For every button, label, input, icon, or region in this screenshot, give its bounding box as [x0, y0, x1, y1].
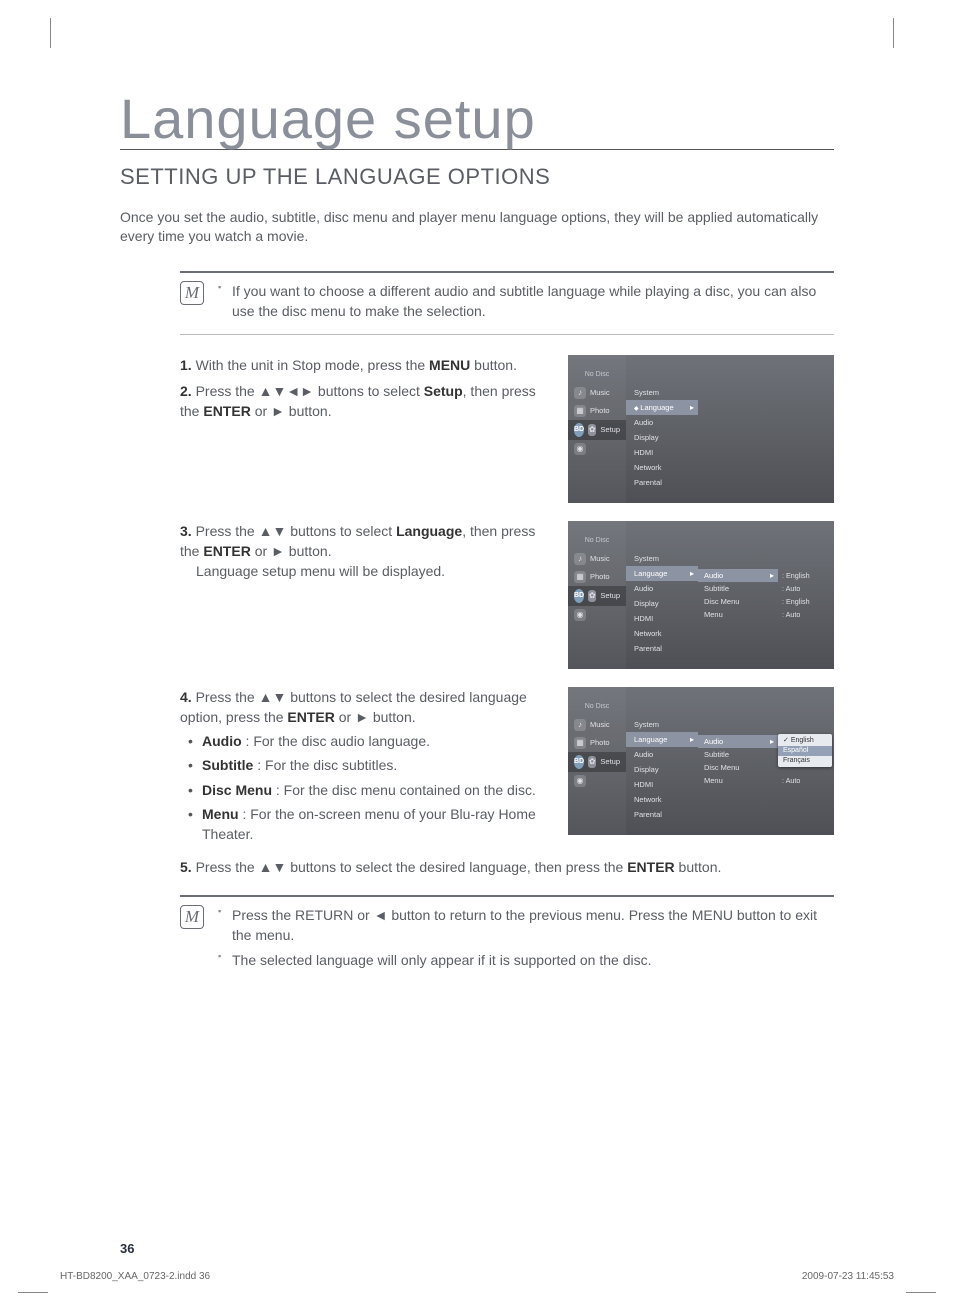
note-icon: M	[180, 905, 204, 929]
step-1: 1. With the unit in Stop mode, press the…	[180, 355, 544, 375]
osd-submenu-item-highlight: Audio	[698, 735, 778, 748]
osd-screenshot-2: No Disc ♪Music ▦Photo BD✿Setup ◉ System …	[568, 521, 834, 669]
footer-filename: HT-BD8200_XAA_0723-2.indd 36	[60, 1271, 210, 1282]
music-icon: ♪	[574, 719, 586, 731]
step-3: 3. Press the ▲▼ buttons to select Langua…	[180, 521, 544, 562]
osd-submenu-item: Subtitle	[698, 748, 778, 761]
gear-icon: ✿	[588, 424, 596, 436]
osd-value: Auto	[786, 584, 801, 593]
osd-menu-item: Parental	[626, 475, 698, 490]
manual-page: Language setup SETTING UP THE LANGUAGE O…	[0, 0, 954, 1312]
note-item: Press the RETURN or ◄ button to return t…	[218, 905, 834, 946]
osd-menu-item: System	[626, 717, 698, 732]
osd-value: Auto	[786, 610, 801, 619]
osd-sidebar-music: Music	[590, 554, 610, 563]
disc-icon: ◉	[574, 443, 586, 455]
osd-no-disc: No Disc	[568, 703, 626, 710]
osd-menu-item: HDMI	[626, 777, 698, 792]
gear-icon: ✿	[588, 756, 596, 768]
note-item: If you want to choose a different audio …	[218, 281, 834, 322]
osd-dropdown-item: Français	[778, 756, 832, 766]
osd-sidebar-photo: Photo	[590, 572, 610, 581]
osd-menu-item: Parental	[626, 807, 698, 822]
osd-sidebar-music: Music	[590, 388, 610, 397]
osd-menu-item: HDMI	[626, 611, 698, 626]
section-title: SETTING UP THE LANGUAGE OPTIONS	[120, 164, 834, 190]
osd-dropdown: English Español Français	[778, 734, 832, 767]
disc-icon: ◉	[574, 775, 586, 787]
page-number: 36	[120, 1241, 134, 1256]
step-2: 2. Press the ▲▼◄► buttons to select Setu…	[180, 381, 544, 422]
osd-sidebar-music: Music	[590, 720, 610, 729]
bd-icon: BD	[574, 755, 584, 769]
step-4-bullet: Menu : For the on-screen menu of your Bl…	[180, 804, 544, 845]
osd-menu-item: Display	[626, 430, 698, 445]
osd-menu-item: Display	[626, 596, 698, 611]
osd-value: English	[786, 597, 810, 606]
osd-submenu-item: Menu	[698, 774, 778, 787]
osd-sidebar-setup: Setup	[600, 425, 620, 434]
osd-menu-item-highlight: Language	[626, 566, 698, 581]
osd-value: Auto	[786, 776, 801, 785]
osd-menu-item: Network	[626, 460, 698, 475]
osd-submenu-item: Subtitle	[698, 582, 778, 595]
disc-icon: ◉	[574, 609, 586, 621]
osd-menu-item: Audio	[626, 415, 698, 430]
osd-sidebar-photo: Photo	[590, 738, 610, 747]
osd-no-disc: No Disc	[568, 371, 626, 378]
osd-no-disc: No Disc	[568, 537, 626, 544]
footer-timestamp: 2009-07-23 11:45:53	[802, 1271, 894, 1282]
osd-dropdown-item: English	[778, 735, 832, 746]
photo-icon: ▦	[574, 571, 586, 583]
step-3-sub: Language setup menu will be displayed.	[180, 561, 544, 581]
bd-icon: BD	[574, 423, 584, 437]
osd-submenu-item-highlight: Audio	[698, 569, 778, 582]
gear-icon: ✿	[588, 590, 596, 602]
osd-menu-item: Audio	[626, 581, 698, 596]
note-block-bottom: M Press the RETURN or ◄ button to return…	[180, 895, 834, 982]
osd-submenu-item: Menu	[698, 608, 778, 621]
osd-menu-item: Network	[626, 792, 698, 807]
osd-dropdown-item-selected: Español	[778, 746, 832, 756]
music-icon: ♪	[574, 553, 586, 565]
step-4: 4. Press the ▲▼ buttons to select the de…	[180, 687, 544, 728]
osd-menu-item-highlight: Language	[626, 732, 698, 747]
intro-paragraph: Once you set the audio, subtitle, disc m…	[120, 208, 834, 247]
osd-screenshot-3: No Disc ♪Music ▦Photo BD✿Setup ◉ System …	[568, 687, 834, 835]
osd-menu-item: Audio	[626, 747, 698, 762]
osd-menu-item: Parental	[626, 641, 698, 656]
osd-submenu-item: Disc Menu	[698, 761, 778, 774]
chapter-title: Language setup	[120, 90, 834, 150]
bd-icon: BD	[574, 589, 584, 603]
osd-sidebar-photo: Photo	[590, 406, 610, 415]
note-item: The selected language will only appear i…	[218, 950, 834, 970]
osd-menu-item: System	[626, 385, 698, 400]
step-4-bullet: Audio : For the disc audio language.	[180, 731, 544, 751]
osd-menu-item: Network	[626, 626, 698, 641]
note-block-top: M If you want to choose a different audi…	[180, 271, 834, 335]
osd-menu-item-highlight: Language	[626, 400, 698, 415]
osd-value: English	[786, 571, 810, 580]
photo-icon: ▦	[574, 405, 586, 417]
osd-sidebar-setup: Setup	[600, 591, 620, 600]
step-5: 5. Press the ▲▼ buttons to select the de…	[180, 857, 834, 877]
osd-menu-item: Display	[626, 762, 698, 777]
note-icon: M	[180, 281, 204, 305]
step-4-bullet: Subtitle : For the disc subtitles.	[180, 755, 544, 775]
osd-menu-item: System	[626, 551, 698, 566]
osd-submenu-item: Disc Menu	[698, 595, 778, 608]
osd-screenshot-1: No Disc ♪Music ▦Photo BD✿Setup ◉ System …	[568, 355, 834, 503]
music-icon: ♪	[574, 387, 586, 399]
osd-menu-item: HDMI	[626, 445, 698, 460]
osd-sidebar-setup: Setup	[600, 757, 620, 766]
step-4-bullet: Disc Menu : For the disc menu contained …	[180, 780, 544, 800]
photo-icon: ▦	[574, 737, 586, 749]
